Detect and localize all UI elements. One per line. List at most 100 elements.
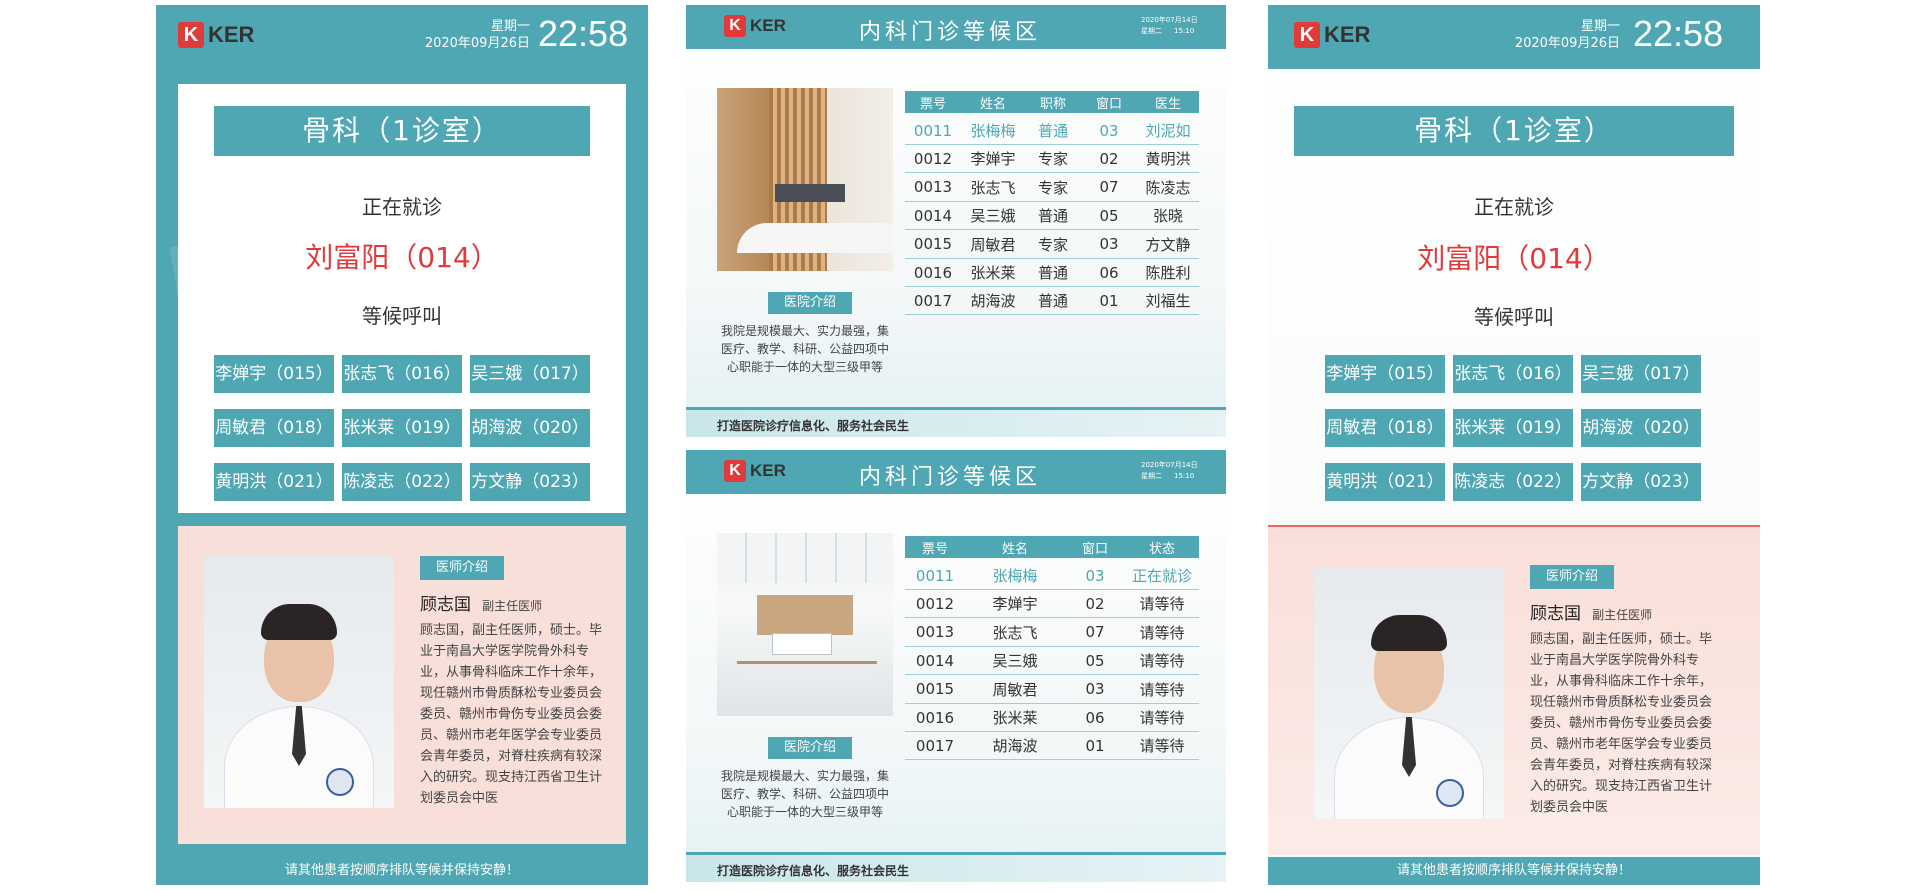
table-row: 0015 周敏君 专家 03 方文静 — [905, 231, 1199, 259]
cell-window: 03 — [1085, 680, 1105, 699]
doctor-name-row: 顾志国 副主任医师 — [420, 590, 542, 615]
header-weekday: 星期二 — [1141, 27, 1162, 35]
cell-window: 02 — [1099, 149, 1119, 168]
waiting-patient: 张米莱（019） — [1453, 409, 1573, 447]
cell-ticket: 0011 — [913, 121, 953, 140]
header-datetime: 2020年07月14日 星期二 15:10 — [1141, 460, 1198, 482]
col-ticket: 票号 — [921, 541, 948, 557]
doctor-name: 顾志国 — [1530, 604, 1581, 624]
cell-doctor: 黄明洪 — [1145, 150, 1191, 169]
cell-status: 请等待 — [1139, 680, 1185, 699]
header-weekday: 星期一 — [1580, 19, 1620, 34]
cell-ticket: 0014 — [913, 206, 953, 225]
header-date-text: 2020年07月14日 — [1141, 461, 1198, 469]
cell-doctor: 刘福生 — [1145, 292, 1191, 311]
table-row: 0015 周敏君 03 请等待 — [905, 676, 1199, 704]
logo-text: KER — [750, 16, 786, 35]
cell-doctor: 方文静 — [1145, 235, 1191, 254]
doctor-card: 医师介绍 顾志国 副主任医师 顾志国，副主任医师，硕士。毕业于南昌大学医学院骨外… — [178, 526, 626, 844]
intro-tag: 医院介绍 — [768, 292, 852, 314]
footer-slogan: 打造医院诊疗信息化、服务社会民生 — [717, 864, 910, 878]
intro-tag: 医院介绍 — [768, 737, 852, 759]
cell-doctor: 陈胜利 — [1145, 264, 1191, 282]
reception-desk — [737, 661, 877, 687]
waiting-patient: 黄明洪（021） — [214, 463, 334, 501]
waiting-patient: 陈凌志（022） — [342, 463, 462, 501]
cell-level: 专家 — [1037, 150, 1068, 169]
hospital-badge-icon — [1436, 779, 1464, 807]
header-datetime: 2020年07月14日 星期二 15:10 — [1141, 15, 1198, 37]
waiting-patient: 陈凌志（022） — [1453, 463, 1573, 501]
table-row: 0011 张梅梅 普通 03 刘泥如 — [905, 117, 1199, 145]
footer-notice: 请其他患者按顺序排队等候并保持安静！ — [284, 863, 519, 878]
mid-top-display: K KER 内科门诊等候区 2020年07月14日 星期二 15:10 医院介绍 … — [686, 5, 1226, 437]
cell-doctor: 刘泥如 — [1145, 122, 1191, 140]
doctor-card: 医师介绍 顾志国 副主任医师 顾志国，副主任医师，硕士。毕业于南昌大学医学院骨外… — [1268, 525, 1760, 855]
area-title: 内科门诊等候区 — [859, 465, 1042, 490]
waiting-patient: 黄明洪（021） — [1325, 463, 1445, 501]
logo: K KER — [724, 460, 786, 482]
cell-level: 专家 — [1037, 178, 1068, 197]
doctor-bio: 顾志国，副主任医师，硕士。毕业于南昌大学医学院骨外科专业，从事骨科临床工作十余年… — [420, 623, 602, 806]
col-name: 姓名 — [979, 96, 1006, 112]
wait-label: 等候呼叫 — [362, 304, 442, 328]
cell-status: 请等待 — [1139, 595, 1185, 614]
waiting-patient: 方文静（023） — [1581, 463, 1701, 501]
cell-window: 01 — [1099, 291, 1119, 310]
cell-level: 普通 — [1037, 292, 1068, 311]
col-doctor: 医生 — [1154, 96, 1181, 112]
cell-ticket: 0013 — [913, 178, 953, 197]
cell-doctor: 张晓 — [1152, 207, 1183, 226]
doctor-bio: 顾志国，副主任医师，硕士。毕业于南昌大学医学院骨外科专业，从事骨科临床工作十余年… — [1530, 632, 1712, 815]
cell-name: 周敏君 — [992, 680, 1038, 699]
table-row: 0012 李婵宇 专家 02 黄明洪 — [905, 145, 1199, 174]
logo: K KER — [178, 22, 254, 48]
cell-window: 06 — [1085, 708, 1105, 727]
header-time: 22:58 — [538, 13, 629, 54]
header-date-text: 2020年07月14日 — [1141, 16, 1198, 24]
col-window: 窗口 — [1081, 541, 1108, 557]
header-date: 星期一 2020年09月26日 — [418, 18, 530, 52]
dept-title: 骨科（1诊室） — [214, 106, 590, 156]
logo-text: KER — [1324, 22, 1371, 47]
cell-window: 05 — [1085, 651, 1105, 670]
hospital-badge-icon — [326, 768, 354, 796]
hospital-intro: 我院是规模最大、实力最强，集医疗、教学、科研、公益四项中心职能于一体的大型三级甲… — [720, 324, 889, 374]
cell-name: 吴三娥 — [992, 652, 1038, 671]
table-row: 0014 吴三娥 05 请等待 — [905, 647, 1199, 676]
doctor-photo — [1314, 567, 1504, 819]
now-label: 正在就诊 — [1474, 195, 1554, 219]
logo-mark: K — [1294, 22, 1320, 48]
header-time: 15:10 — [1174, 472, 1195, 480]
col-level: 职称 — [1039, 96, 1066, 112]
table-row: 0014 吴三娥 普通 05 张晓 — [905, 202, 1199, 231]
table-row: 0011 张梅梅 03 正在就诊 — [905, 562, 1199, 590]
table-row: 0016 张米莱 普通 06 陈胜利 — [905, 259, 1199, 287]
cell-ticket: 0013 — [915, 623, 955, 642]
cell-name: 张志飞 — [970, 178, 1016, 197]
doctor-photo — [204, 556, 394, 808]
cell-name: 周敏君 — [970, 235, 1016, 254]
col-ticket: 票号 — [919, 96, 946, 112]
cell-level: 普通 — [1037, 122, 1068, 140]
mid-bottom-display: K KER 内科门诊等候区 2020年07月14日 星期二 15:10 医院介绍 … — [686, 450, 1226, 882]
cell-name: 张志飞 — [992, 623, 1038, 642]
cell-status: 请等待 — [1139, 709, 1185, 727]
header-date-text: 2020年09月26日 — [424, 36, 530, 51]
now-patient: 刘富阳（014） — [1417, 242, 1611, 275]
waiting-patient: 张米莱（019） — [342, 409, 462, 447]
logo: K KER — [724, 15, 786, 37]
cell-status: 请等待 — [1139, 652, 1185, 671]
reception-wall — [757, 595, 853, 635]
header-weekday: 星期二 — [1141, 472, 1162, 480]
cell-status: 请等待 — [1139, 737, 1185, 756]
table-row: 0017 胡海波 普通 01 刘福生 — [905, 287, 1199, 316]
cell-ticket: 0017 — [915, 736, 955, 755]
cell-ticket: 0012 — [913, 149, 953, 168]
cell-window: 06 — [1099, 263, 1119, 282]
waiting-patient: 张志飞（016） — [1453, 355, 1573, 393]
table-row: 0013 张志飞 专家 07 陈凌志 — [905, 174, 1199, 202]
lobby-desk — [737, 223, 893, 253]
header-date-text: 2020年09月26日 — [1514, 36, 1620, 51]
footer-notice: 请其他患者按顺序排队等候并保持安静！ — [1268, 857, 1760, 885]
